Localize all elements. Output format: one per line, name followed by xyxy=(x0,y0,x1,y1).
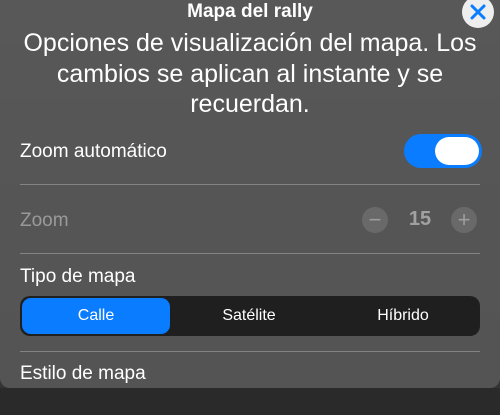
zoom-increment-button[interactable]: + xyxy=(451,207,477,233)
zoom-value: 15 xyxy=(408,208,432,230)
toggle-knob xyxy=(435,137,479,165)
zoom-decrement-button[interactable]: − xyxy=(362,207,388,233)
auto-zoom-label: Zoom automático xyxy=(20,141,167,162)
divider xyxy=(20,253,480,254)
zoom-label: Zoom xyxy=(20,210,69,231)
map-type-segmented-control: Calle Satélite Híbrido xyxy=(20,296,480,336)
map-type-option-satellite[interactable]: Satélite xyxy=(174,298,324,334)
settings-sheet: Mapa del rally Opciones de visualización… xyxy=(0,0,500,388)
bottom-area xyxy=(0,388,500,415)
sheet-title: Mapa del rally xyxy=(187,1,313,22)
close-icon xyxy=(470,4,486,20)
divider xyxy=(20,184,480,185)
map-style-label: Estilo de mapa xyxy=(20,363,146,384)
sheet-subtitle: Opciones de visualización del mapa. Los … xyxy=(23,29,477,118)
map-type-option-hybrid[interactable]: Híbrido xyxy=(328,298,478,334)
auto-zoom-toggle[interactable] xyxy=(404,134,482,168)
map-type-label: Tipo de mapa xyxy=(20,266,136,287)
map-type-option-street[interactable]: Calle xyxy=(22,298,170,334)
divider xyxy=(20,351,480,352)
